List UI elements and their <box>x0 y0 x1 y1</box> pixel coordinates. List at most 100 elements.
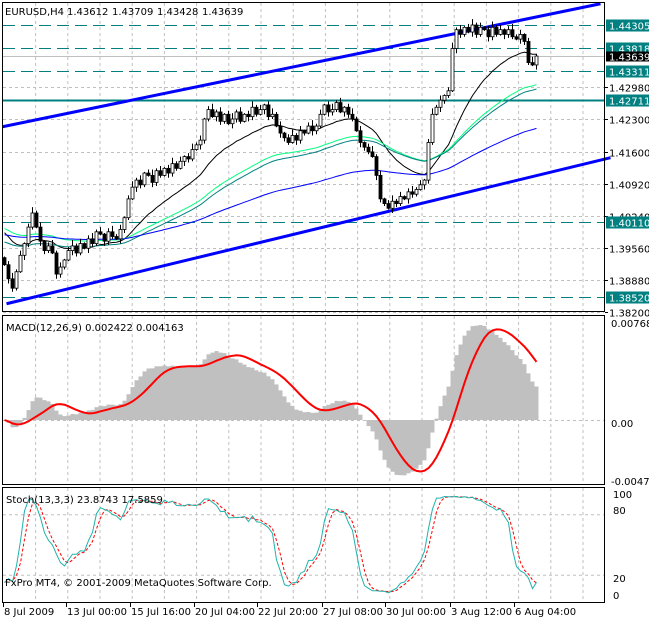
price-axis-label: 1.40920 <box>609 181 649 192</box>
level-price-label: 1.42711 <box>609 97 649 108</box>
candle-body <box>251 107 254 116</box>
macd-histogram-bar <box>179 367 183 420</box>
candle-body <box>151 175 154 182</box>
candle-body <box>503 30 506 35</box>
candle-body <box>87 239 90 248</box>
level-price-label: 1.43311 <box>609 68 649 79</box>
candle-body <box>71 246 74 251</box>
candle-body <box>343 107 346 112</box>
macd-histogram-bar <box>131 387 135 420</box>
macd-histogram-bar <box>171 366 175 420</box>
macd-histogram-bar <box>399 420 403 475</box>
candle-body <box>511 30 514 37</box>
candle-body <box>163 168 166 175</box>
macd-histogram-bar <box>263 373 267 420</box>
macd-histogram-bar <box>283 396 287 420</box>
candle-body <box>227 114 230 123</box>
macd-histogram-bar <box>275 384 279 420</box>
current-price-label: 1.43639 <box>609 53 649 64</box>
candle-body <box>11 279 14 288</box>
candle-body <box>419 185 422 190</box>
macd-histogram-bar <box>523 364 527 420</box>
candle-body <box>7 265 10 279</box>
low-value: 1.43428 <box>157 7 198 18</box>
candle-body <box>415 190 418 195</box>
candle-body <box>435 107 438 114</box>
macd-histogram-bar <box>459 345 463 420</box>
candle-body <box>431 114 434 142</box>
macd-histogram-bar <box>339 401 343 420</box>
candle-body <box>131 187 134 199</box>
candle-body <box>219 112 222 121</box>
candle-body <box>411 192 414 194</box>
candle-body <box>403 197 406 199</box>
candle-body <box>211 110 214 117</box>
macd-histogram-bar <box>175 367 179 420</box>
candle-body <box>491 27 494 36</box>
candle-body <box>171 164 174 173</box>
macd-histogram-bar <box>239 363 243 420</box>
candle-body <box>159 171 162 176</box>
macd-histogram-bar <box>515 355 519 420</box>
macd-histogram-bar <box>499 338 503 420</box>
candle-body <box>247 114 250 116</box>
macd-histogram-bar <box>299 411 303 420</box>
price-axis-label: 1.38880 <box>609 277 649 288</box>
macd-axis-label: 0.00768 <box>611 319 649 330</box>
macd-histogram-bar <box>315 413 319 420</box>
macd-histogram-bar <box>183 366 187 420</box>
macd-histogram-bar <box>307 412 311 420</box>
candle-body <box>23 244 26 256</box>
candle-body <box>135 180 138 187</box>
candle-body <box>523 34 526 41</box>
candle-body <box>79 244 82 253</box>
candle-body <box>287 138 290 143</box>
time-axis-label: 6 Aug 04:00 <box>515 607 576 618</box>
moving-average-line <box>5 89 537 247</box>
stoch-axis-label: 80 <box>613 506 626 517</box>
macd-histogram-bar <box>223 353 227 420</box>
macd-histogram-bar <box>75 414 79 420</box>
candle-body <box>63 260 66 267</box>
price-axis-label: 1.39560 <box>609 245 649 256</box>
macd-histogram-bar <box>167 366 171 420</box>
candle-body <box>167 168 170 173</box>
stoch-axis-label: 0 <box>613 591 619 602</box>
level-price-label: 1.38520 <box>609 294 649 305</box>
macd-histogram-bar <box>327 405 331 420</box>
candle-body <box>103 234 106 241</box>
candle-body <box>495 27 498 34</box>
candle-body <box>235 112 238 119</box>
time-axis-label: 27 Jul 08:00 <box>323 607 383 618</box>
candle-body <box>463 27 466 34</box>
candle-body <box>295 135 298 140</box>
candle-body <box>239 112 242 121</box>
macd-histogram-bar <box>451 371 455 420</box>
macd-histogram-bar <box>87 410 91 420</box>
candle-body <box>371 152 374 157</box>
candle-body <box>527 41 530 62</box>
macd-histogram-bar <box>247 367 251 420</box>
macd-histogram-bar <box>295 410 299 420</box>
macd-histogram-bar <box>103 406 107 420</box>
candle-body <box>323 105 326 114</box>
candle-body <box>123 218 126 230</box>
macd-histogram-bar <box>55 411 59 420</box>
macd-histogram-bar <box>447 387 451 420</box>
candle-body <box>387 204 390 209</box>
macd-histogram-bar <box>435 419 439 420</box>
price-axis-label: 1.38200 <box>609 309 649 320</box>
macd-histogram-bar <box>531 382 535 420</box>
candle-body <box>507 30 510 35</box>
macd-histogram-bar <box>91 410 95 420</box>
macd-histogram-bar <box>431 420 435 433</box>
macd-histogram-bar <box>491 331 495 420</box>
macd-histogram-bar <box>355 409 359 420</box>
macd-histogram-bar <box>439 406 443 420</box>
macd-histogram-bar <box>319 410 323 420</box>
candle-body <box>451 49 454 91</box>
candle-body <box>395 201 398 203</box>
macd-histogram-bar <box>511 350 515 420</box>
macd-histogram-bar <box>187 367 191 420</box>
macd-histogram-bar <box>195 365 199 420</box>
